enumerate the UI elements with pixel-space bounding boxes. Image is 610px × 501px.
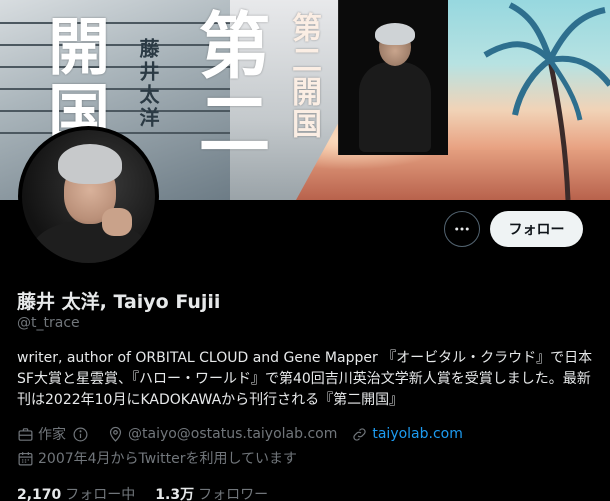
joined-label: 2007年4月からTwitterを利用しています: [38, 451, 298, 467]
follow-stats: 2,170 フォロー中 1.3万 フォロワー: [17, 484, 288, 501]
more-options-button[interactable]: [444, 211, 480, 247]
info-icon[interactable]: [72, 426, 89, 443]
link-icon: [353, 427, 367, 441]
followers-count: 1.3万: [155, 487, 195, 501]
following-count: 2,170: [17, 487, 62, 501]
category-label: 作家: [38, 427, 66, 443]
profile-bio: writer, author of ORBITAL CLOUD and Gene…: [17, 350, 593, 408]
calendar-icon: [18, 451, 33, 465]
banner-author-photo: [338, 0, 448, 155]
profile-meta-row: 作家 @taiyo@ostatus.taiyolab.com taiyolab.…: [17, 424, 477, 444]
followers-link[interactable]: 1.3万 フォロワー: [155, 484, 268, 501]
followers-label: フォロワー: [198, 487, 269, 501]
follow-button[interactable]: フォロー: [490, 211, 583, 247]
author-hair: [375, 23, 415, 45]
profile-joined: 2007年4月からTwitterを利用しています: [17, 448, 297, 468]
following-link[interactable]: 2,170 フォロー中: [17, 484, 135, 501]
avatar-hand: [102, 208, 132, 236]
avatar-photo: [22, 130, 155, 263]
briefcase-icon: [18, 427, 33, 441]
cover-subtitle: 第二開国: [286, 12, 321, 140]
author-figure: [359, 23, 431, 152]
author-body: [359, 62, 431, 152]
user-handle: @t_trace: [17, 315, 80, 331]
profile-location: @taiyo@ostatus.taiyolab.com: [107, 426, 337, 443]
location-pin-icon: [109, 426, 122, 442]
following-label: フォロー中: [65, 487, 136, 501]
cover-title-dai: 第二: [186, 8, 271, 164]
display-name: 藤井 太洋, Taiyo Fujii: [17, 291, 221, 313]
location-label: @taiyo@ostatus.taiyolab.com: [128, 426, 338, 442]
palm-tree-illustration: [483, 2, 610, 200]
profile-avatar[interactable]: [18, 126, 159, 267]
avatar-hair: [58, 144, 122, 184]
more-horizontal-icon: [455, 227, 469, 231]
cover-author-name: 藤井太洋: [136, 38, 160, 130]
website-link[interactable]: taiyolab.com: [372, 426, 463, 442]
profile-website[interactable]: taiyolab.com: [351, 426, 463, 443]
profile-category: 作家: [17, 424, 93, 444]
